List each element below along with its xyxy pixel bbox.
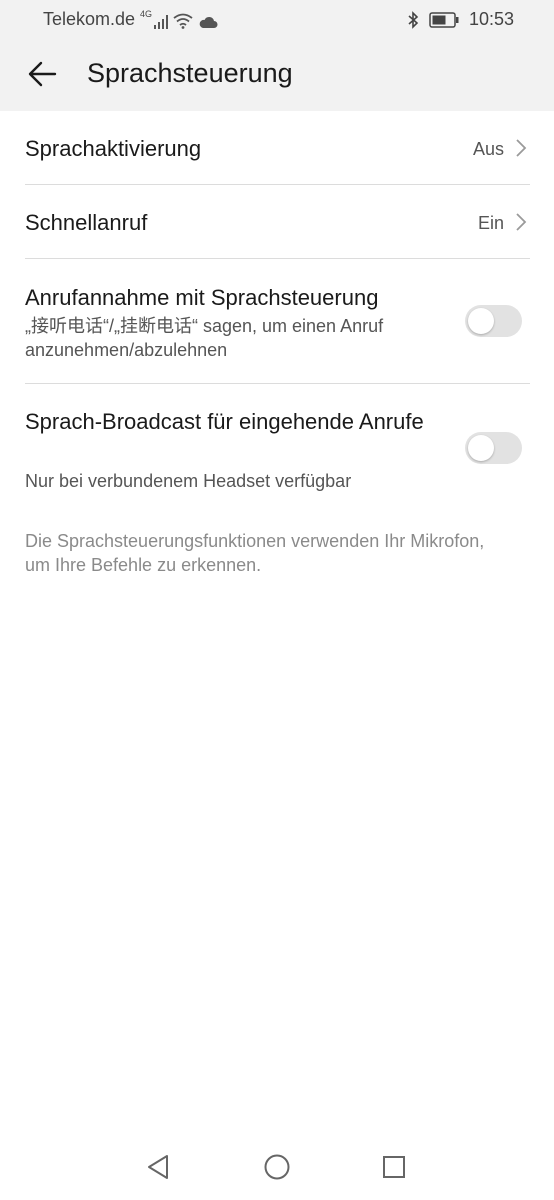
status-icons-right: 10:53 <box>407 9 514 30</box>
arrow-left-icon <box>28 61 57 87</box>
cloud-icon <box>199 16 218 28</box>
chevron-right-icon <box>516 139 527 157</box>
setting-quick-call[interactable]: Schnellanruf Ein <box>25 185 530 259</box>
status-icons-left: 4G <box>140 9 218 29</box>
triangle-back-icon <box>148 1155 168 1179</box>
setting-voice-call-answer[interactable]: Anrufannahme mit Sprachsteuerung „接听电话“/… <box>25 259 530 384</box>
info-footnote: Die Sprachsteuerungsfunktionen verwenden… <box>25 531 485 575</box>
system-nav-bar <box>0 1136 554 1200</box>
network-type-label: 4G <box>140 9 153 19</box>
circle-home-icon <box>264 1154 290 1180</box>
setting-title: Sprachaktivierung <box>25 136 202 161</box>
settings-list: Sprachaktivierung Aus Schnellanruf Ein A… <box>0 111 554 509</box>
setting-voice-activation[interactable]: Sprachaktivierung Aus <box>25 111 530 185</box>
carrier-name: Telekom.de <box>43 9 136 29</box>
bluetooth-icon <box>408 10 419 29</box>
setting-value: Ein <box>477 213 504 233</box>
app-bar: Sprachsteuerung <box>0 38 554 111</box>
voice-broadcast-switch[interactable] <box>465 432 522 464</box>
setting-title: Schnellanruf <box>25 210 148 235</box>
switch-knob <box>468 435 494 461</box>
signal-icon <box>154 15 169 29</box>
nav-recents-button[interactable] <box>377 1150 411 1184</box>
wifi-icon <box>173 13 193 29</box>
setting-title: Anrufannahme mit Sprachsteuerung <box>25 285 379 310</box>
status-bar: Telekom.de 4G 10:53 <box>0 0 554 38</box>
battery-icon <box>429 11 459 28</box>
nav-home-button[interactable] <box>260 1150 294 1184</box>
page-title: Sprachsteuerung <box>87 58 293 88</box>
setting-voice-broadcast[interactable]: Sprach-Broadcast für eingehende Anrufe N… <box>25 384 530 509</box>
back-button[interactable] <box>22 54 62 94</box>
voice-call-answer-switch[interactable] <box>465 305 522 337</box>
setting-value: Aus <box>472 139 504 159</box>
setting-subtitle: „接听电话“/„挂断电话“ sagen, um einen Anruf anzu… <box>25 316 384 360</box>
square-recents-icon <box>383 1156 405 1178</box>
setting-title: Sprach-Broadcast für eingehende Anrufe <box>25 409 424 434</box>
switch-knob <box>468 308 494 334</box>
clock: 10:53 <box>468 9 514 29</box>
chevron-right-icon <box>516 213 527 231</box>
nav-back-button[interactable] <box>141 1150 175 1184</box>
setting-subtitle: Nur bei verbundenem Headset verfügbar <box>25 471 352 491</box>
